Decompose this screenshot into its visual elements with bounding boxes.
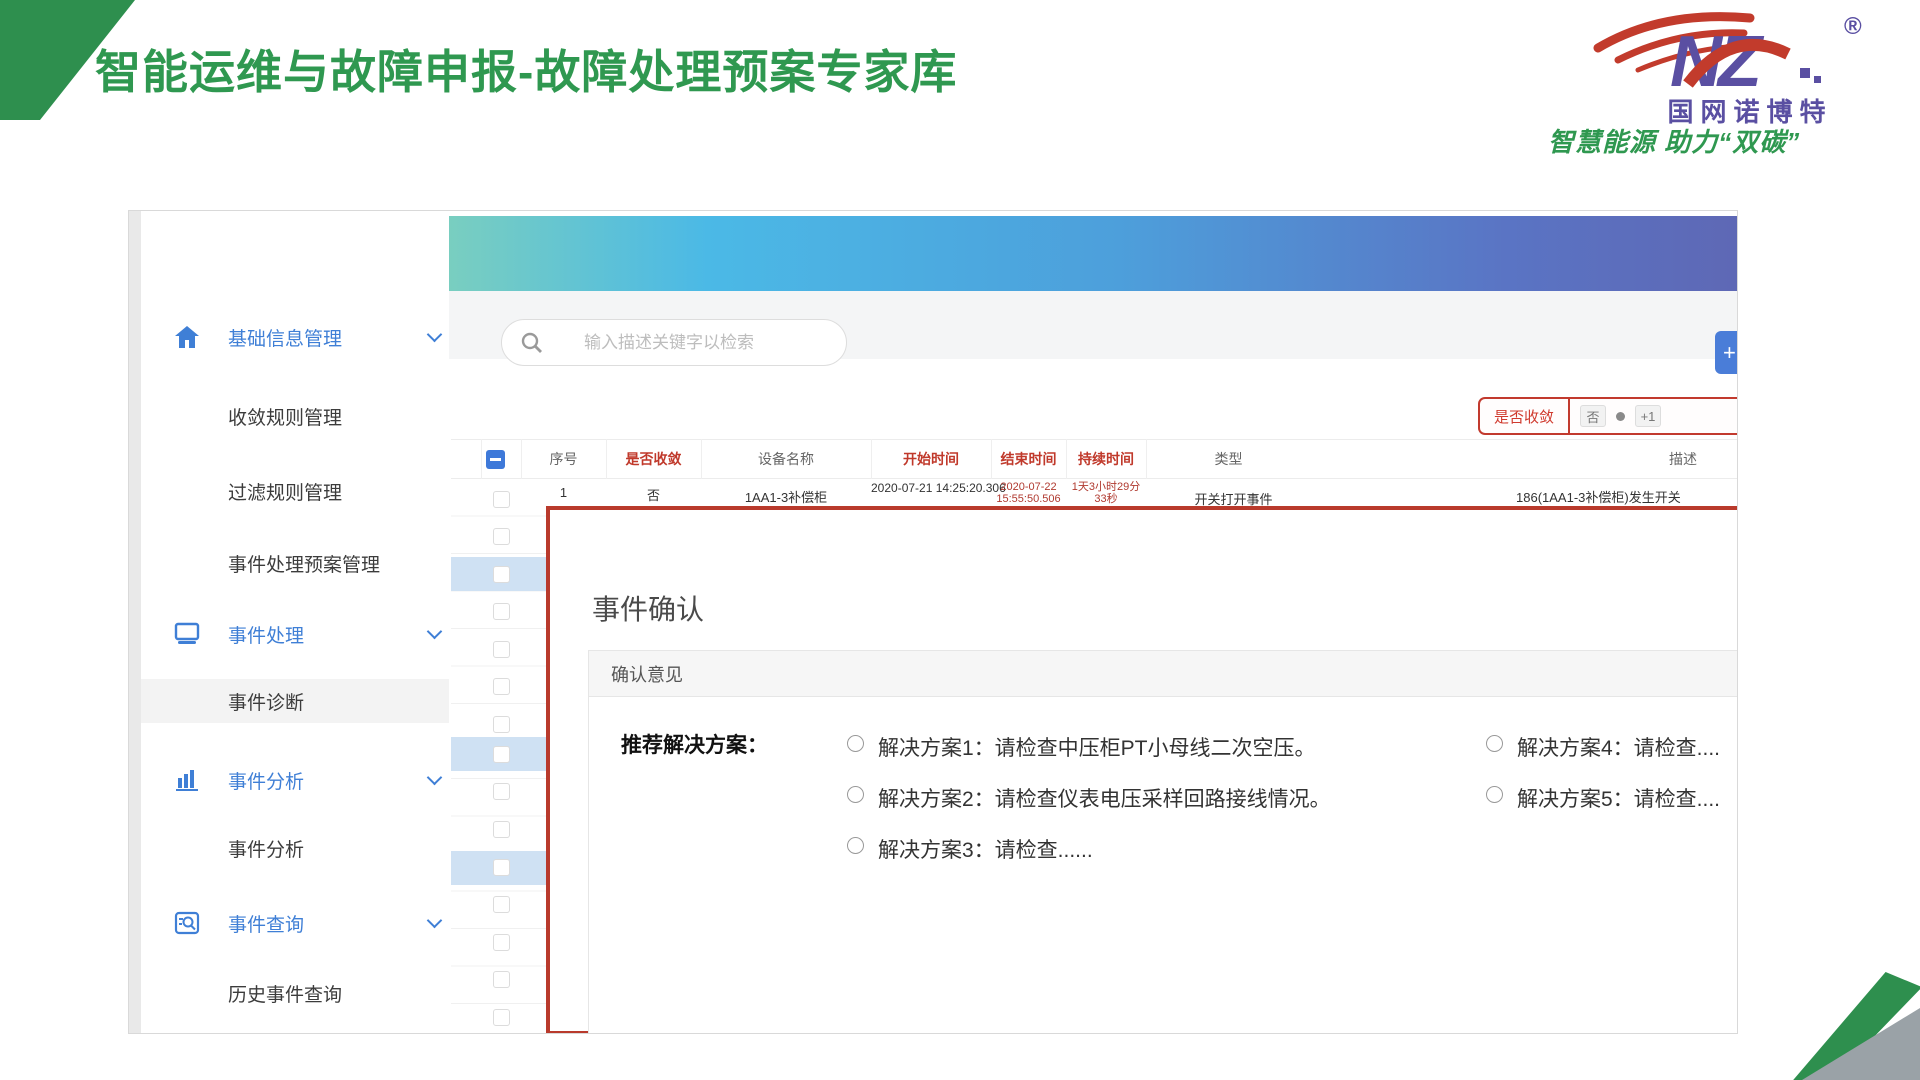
row-checkbox[interactable] bbox=[493, 716, 510, 733]
radio-solution-5[interactable] bbox=[1486, 786, 1503, 803]
row-checkbox[interactable] bbox=[493, 896, 510, 913]
col-header-converge[interactable]: 是否收敛 bbox=[606, 439, 701, 479]
cell-start: 2020-07-21 14:25:20.306 bbox=[871, 481, 991, 495]
sidebar-item-plan-management[interactable]: 事件处理预案管理 bbox=[141, 541, 449, 585]
cell-converge: 否 bbox=[606, 485, 701, 504]
column-divider bbox=[606, 439, 607, 479]
app-window: 基础信息管理 收敛规则管理 过滤规则管理 事件处理预案管理 事件处理 事件诊断 … bbox=[128, 210, 1738, 1034]
row-checkbox[interactable] bbox=[493, 971, 510, 988]
document-search-icon bbox=[173, 909, 201, 937]
solution-option-3[interactable]: 解决方案3：请检查...... bbox=[878, 834, 1093, 864]
filter-label: 是否收敛 bbox=[1480, 399, 1570, 433]
col-header-duration[interactable]: 持续时间 bbox=[1066, 439, 1146, 479]
row-checkbox[interactable] bbox=[493, 859, 510, 876]
presentation-slide: 智能运维与故障申报-故障处理预案专家库 NZ ® 国网诺博特 智慧能源 助力“双… bbox=[0, 0, 1920, 1080]
row-checkbox[interactable] bbox=[493, 528, 510, 545]
select-all-checkbox[interactable] bbox=[486, 450, 505, 469]
table-checkbox-column bbox=[451, 479, 546, 1034]
dialog-title: 事件确认 bbox=[592, 588, 704, 628]
chevron-down-icon bbox=[427, 770, 443, 786]
column-divider bbox=[1146, 439, 1147, 479]
chevron-down-icon bbox=[427, 624, 443, 640]
radio-solution-1[interactable] bbox=[847, 735, 864, 752]
sidebar-item-converge-rules[interactable]: 收敛规则管理 bbox=[141, 394, 449, 438]
page-title: 智能运维与故障申报-故障处理预案专家库 bbox=[95, 36, 957, 102]
add-button[interactable]: + bbox=[1715, 331, 1738, 374]
sidebar-item-event-diagnosis[interactable]: 事件诊断 bbox=[141, 679, 449, 723]
row-checkbox[interactable] bbox=[493, 491, 510, 508]
cell-desc: 186(1AA1-3补偿柜)发生开关 bbox=[1516, 487, 1738, 506]
radio-solution-3[interactable] bbox=[847, 837, 864, 854]
filter-value-tag[interactable]: 否 bbox=[1580, 405, 1606, 427]
recommend-label: 推荐解决方案： bbox=[621, 729, 768, 759]
solution-option-1[interactable]: 解决方案1：请检查中压柜PT小母线二次空压。 bbox=[878, 732, 1316, 762]
bar-chart-icon bbox=[173, 766, 201, 794]
confirm-opinion-panel: 确认意见 推荐解决方案： 解决方案1：请检查中压柜PT小母线二次空压。 解决方案… bbox=[588, 650, 1738, 1034]
row-checkbox[interactable] bbox=[493, 783, 510, 800]
company-logo: NZ ® bbox=[1592, 6, 1892, 94]
sidebar-item-history-query[interactable]: 历史事件查询 bbox=[141, 971, 449, 1015]
column-divider bbox=[521, 439, 522, 479]
chevron-down-icon bbox=[427, 913, 443, 929]
search-icon bbox=[520, 331, 544, 355]
cell-duration-line1: 1天3小时29分 bbox=[1066, 481, 1146, 493]
column-divider bbox=[701, 439, 702, 479]
chevron-down-icon bbox=[427, 327, 443, 343]
row-checkbox[interactable] bbox=[493, 934, 510, 951]
col-header-desc[interactable]: 描述 bbox=[1669, 439, 1738, 479]
sidebar-item-basic-info[interactable]: 基础信息管理 bbox=[141, 315, 449, 359]
panel-header: 确认意见 bbox=[589, 651, 1738, 697]
radio-solution-2[interactable] bbox=[847, 786, 864, 803]
col-header-type[interactable]: 类型 bbox=[1146, 439, 1311, 479]
row-checkbox[interactable] bbox=[493, 821, 510, 838]
row-checkbox[interactable] bbox=[493, 641, 510, 658]
row-checkbox[interactable] bbox=[493, 603, 510, 620]
app-header-bar bbox=[449, 216, 1738, 291]
cell-end-line1: 2020-07-22 bbox=[991, 481, 1066, 493]
column-divider bbox=[1066, 439, 1067, 479]
solution-option-5[interactable]: 解决方案5：请检查.... bbox=[1517, 783, 1720, 813]
cell-device: 1AA1-3补偿柜 bbox=[701, 487, 871, 506]
row-checkbox[interactable] bbox=[493, 566, 510, 583]
window-left-strip bbox=[129, 211, 141, 1034]
home-icon bbox=[173, 323, 201, 351]
col-header-start[interactable]: 开始时间 bbox=[871, 439, 991, 479]
registered-mark: ® bbox=[1844, 13, 1862, 40]
row-checkbox[interactable] bbox=[493, 746, 510, 763]
nz-logo-mark: NZ ® bbox=[1592, 6, 1892, 94]
cell-end-line2: 15:55:50.506 bbox=[991, 493, 1066, 505]
sidebar-item-filter-rules[interactable]: 过滤规则管理 bbox=[141, 469, 449, 513]
solution-option-4[interactable]: 解决方案4：请检查.... bbox=[1517, 732, 1720, 762]
event-confirm-dialog: 事件确认 确认意见 推荐解决方案： 解决方案1：请检查中压柜PT小母线二次空压。… bbox=[546, 506, 1738, 1034]
col-header-seq[interactable]: 序号 bbox=[521, 439, 606, 479]
column-divider bbox=[991, 439, 992, 479]
search-box[interactable] bbox=[501, 319, 847, 366]
sidebar-item-event-handling[interactable]: 事件处理 bbox=[141, 612, 449, 656]
col-header-device[interactable]: 设备名称 bbox=[701, 439, 871, 479]
row-checkbox[interactable] bbox=[493, 1009, 510, 1026]
row-checkbox[interactable] bbox=[493, 678, 510, 695]
filter-dot-icon bbox=[1616, 412, 1625, 421]
search-input[interactable] bbox=[544, 333, 846, 353]
sidebar-item-event-query-group[interactable]: 事件查询 bbox=[141, 901, 449, 945]
filter-tag-group[interactable]: 是否收敛 否 +1 bbox=[1478, 397, 1738, 435]
cell-duration-line2: 33秒 bbox=[1066, 493, 1146, 505]
sidebar-item-label: 基础信息管理 bbox=[228, 324, 342, 351]
col-header-end[interactable]: 结束时间 bbox=[991, 439, 1066, 479]
sidebar-item-event-analysis-group[interactable]: 事件分析 bbox=[141, 758, 449, 802]
filter-more-tag[interactable]: +1 bbox=[1635, 405, 1661, 427]
company-tagline: 智慧能源 助力“双碳” bbox=[1548, 122, 1920, 159]
monitor-icon bbox=[173, 620, 201, 648]
sidebar-item-event-analysis[interactable]: 事件分析 bbox=[141, 826, 449, 870]
radio-solution-4[interactable] bbox=[1486, 735, 1503, 752]
solution-option-2[interactable]: 解决方案2：请检查仪表电压采样回路接线情况。 bbox=[878, 783, 1331, 813]
column-divider bbox=[871, 439, 872, 479]
